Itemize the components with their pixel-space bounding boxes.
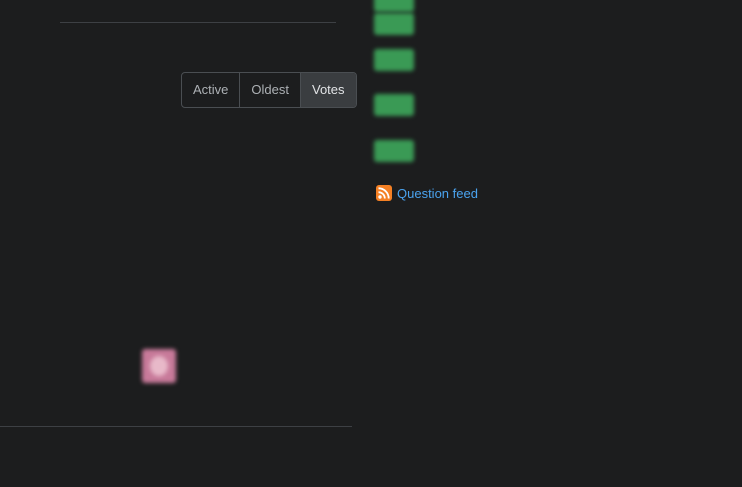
divider	[0, 426, 352, 427]
divider	[60, 22, 336, 23]
related-question[interactable]	[374, 0, 659, 12]
sort-active-button[interactable]: Active	[182, 73, 241, 107]
answer-panel: Active Oldest Votes	[0, 0, 360, 487]
vote-count-badge	[374, 94, 414, 116]
related-question[interactable]	[374, 140, 659, 162]
rss-icon	[376, 185, 392, 201]
answer-sort-tabs: Active Oldest Votes	[181, 72, 357, 108]
related-question[interactable]	[374, 13, 659, 35]
related-question[interactable]	[374, 49, 659, 71]
question-feed-label: Question feed	[397, 185, 478, 201]
related-question[interactable]	[374, 94, 659, 116]
related-sidebar: Question feed	[374, 0, 742, 487]
question-feed-link[interactable]: Question feed	[376, 185, 478, 201]
vote-count-badge	[374, 140, 414, 162]
avatar[interactable]	[142, 349, 176, 383]
vote-count-badge	[374, 49, 414, 71]
user-card	[142, 333, 332, 393]
vote-count-badge	[374, 13, 414, 35]
sort-votes-button[interactable]: Votes	[300, 73, 356, 107]
sort-oldest-button[interactable]: Oldest	[240, 73, 301, 107]
vote-count-badge	[374, 0, 414, 12]
